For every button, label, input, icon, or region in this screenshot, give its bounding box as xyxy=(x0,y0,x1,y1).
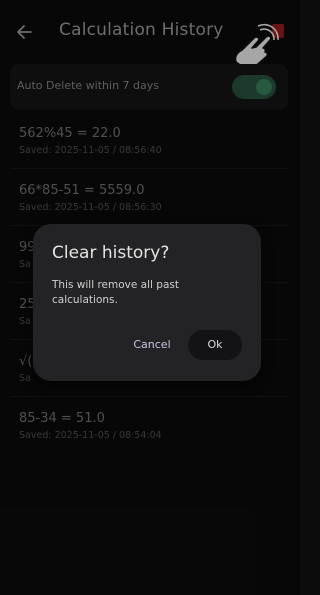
dialog-message: This will remove all past calculations. xyxy=(52,279,179,306)
clear-history-dialog: Clear history? This will remove all past… xyxy=(33,224,261,381)
screen: Calculation History Auto Delete within 7… xyxy=(0,0,300,595)
dialog-title: Clear history? xyxy=(52,243,170,263)
cancel-button[interactable]: Cancel xyxy=(128,330,176,360)
ok-button[interactable]: Ok xyxy=(188,330,242,360)
